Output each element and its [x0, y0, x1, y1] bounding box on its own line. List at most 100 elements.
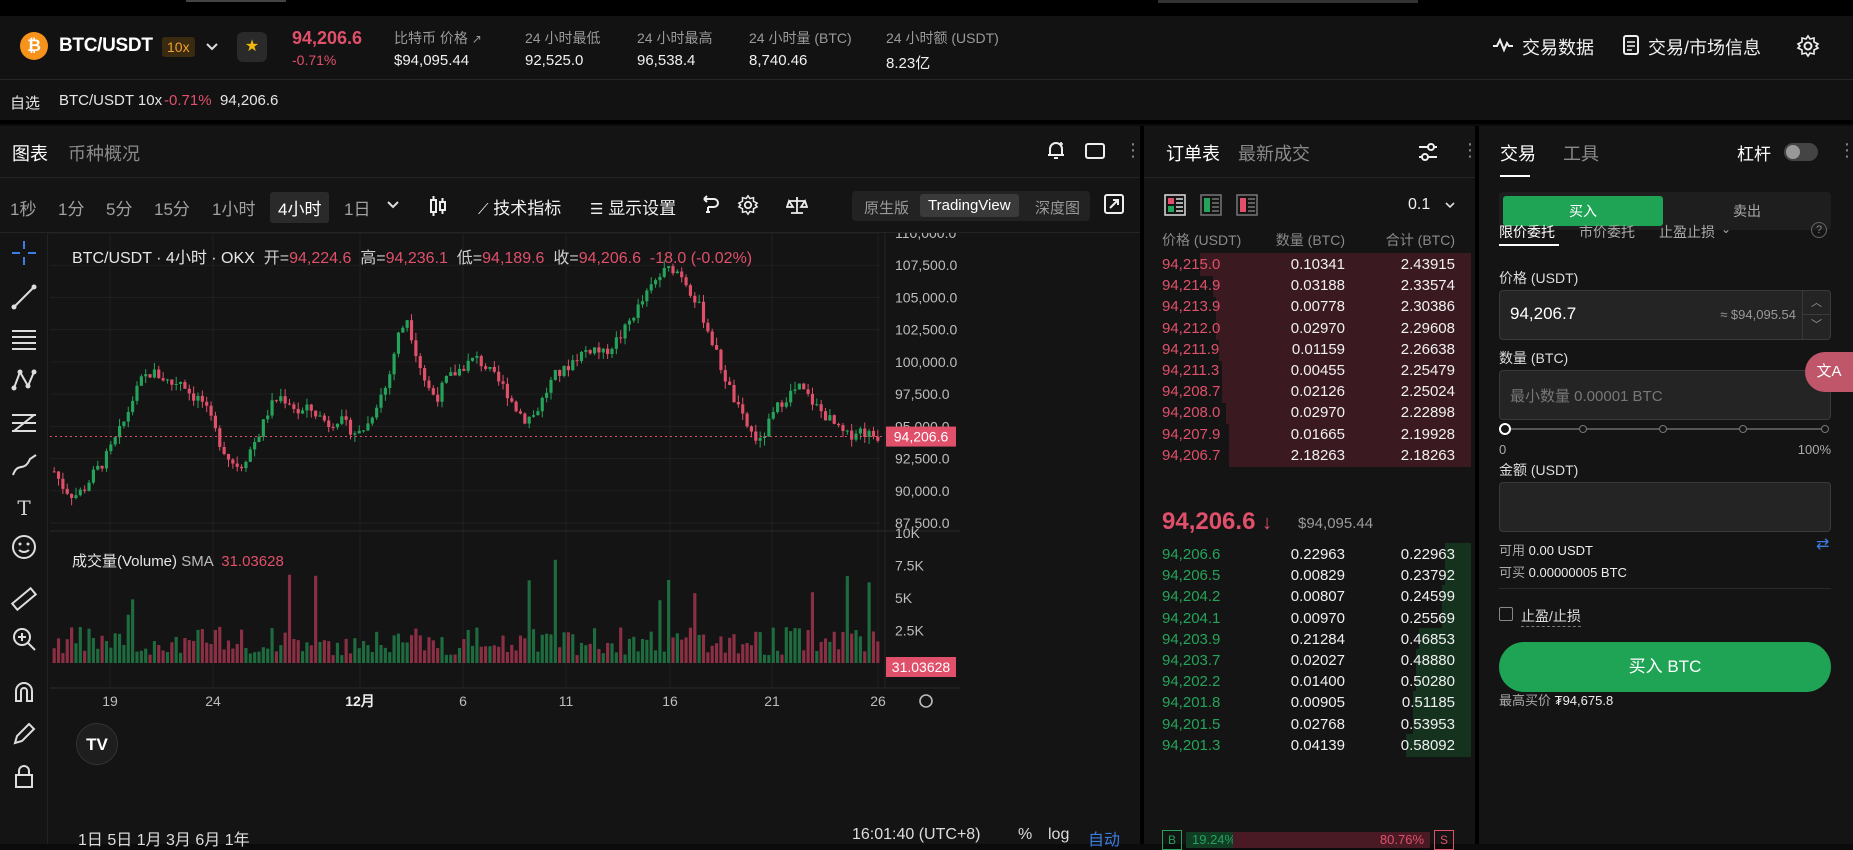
qty-slider[interactable] — [1499, 422, 1831, 436]
horizontal-lines-icon[interactable] — [9, 325, 39, 355]
alert-bell-icon[interactable] — [1045, 140, 1067, 165]
amount-input[interactable] — [1499, 482, 1831, 532]
sliders-icon[interactable] — [1417, 141, 1439, 166]
tab-trade[interactable]: 交易 — [1500, 140, 1536, 166]
volume-bar — [161, 650, 165, 663]
candle-body — [597, 347, 601, 353]
candle-body — [335, 423, 340, 428]
text-tool-icon[interactable]: T — [9, 493, 39, 523]
pair-name[interactable]: BTC/USDT — [59, 35, 153, 57]
indicators-button[interactable]: ⟋ 技术指标 — [478, 194, 561, 219]
fib-tool-icon[interactable] — [9, 409, 39, 439]
price-axis-label: 90,000.0 — [895, 483, 950, 499]
candle-body — [117, 426, 122, 438]
brush-icon[interactable] — [9, 451, 39, 481]
view-tradingview[interactable]: TradingView — [920, 194, 1019, 217]
help-icon[interactable]: ? — [1811, 222, 1827, 238]
trendline-icon[interactable] — [9, 283, 39, 313]
chevron-down-icon[interactable] — [1444, 198, 1456, 214]
order-type-tpsl[interactable]: 止盈止损 — [1659, 222, 1715, 242]
more-vertical-icon[interactable]: ⋮ — [1838, 140, 1853, 161]
leverage-toggle[interactable] — [1784, 143, 1818, 161]
display-settings-button[interactable]: ☰ 显示设置 — [590, 194, 676, 219]
pencil-lock-icon[interactable] — [9, 721, 39, 751]
timeframe-1h[interactable]: 1小时 — [212, 195, 255, 220]
price-cell: 94,212.0 — [1162, 319, 1221, 337]
order-type-limit[interactable]: 限价委托 — [1499, 222, 1555, 242]
pattern-tool-icon[interactable] — [9, 366, 39, 396]
ruler-icon[interactable] — [9, 585, 39, 615]
qty-input[interactable]: 最小数量 0.00001 BTC — [1499, 370, 1831, 420]
timeframe-4h[interactable]: 4小时 — [270, 192, 330, 223]
bid-row[interactable]: 94,201.3 0.04139 0.58092 — [1144, 733, 1475, 758]
chevron-down-icon[interactable]: ⌄ — [1721, 222, 1731, 236]
percent-scale-toggle[interactable]: % — [1018, 826, 1032, 844]
chart-canvas[interactable]: 110,000.0 107,500.0 105,000.0 102,500.0 100,… — [50, 233, 1140, 844]
undo-icon[interactable] — [700, 194, 720, 221]
lock-icon[interactable] — [9, 763, 39, 793]
slider-mark[interactable] — [1659, 425, 1667, 433]
slider-handle[interactable] — [1499, 423, 1511, 435]
slider-mark[interactable] — [1821, 425, 1829, 433]
timeframe-5m[interactable]: 5分 — [106, 195, 132, 220]
view-bids-icon[interactable] — [1200, 194, 1222, 219]
view-both-icon[interactable] — [1164, 194, 1186, 219]
candle-body — [780, 402, 784, 407]
magnet-icon[interactable] — [9, 679, 39, 709]
auto-scale-toggle[interactable]: 自动 — [1088, 826, 1120, 850]
tab-chart[interactable]: 图表 — [12, 140, 48, 166]
tab-recent-trades[interactable]: 最新成交 — [1238, 140, 1310, 166]
timeframe-1m[interactable]: 1分 — [58, 195, 84, 220]
view-depth[interactable]: 深度图 — [1035, 197, 1080, 218]
chevron-down-icon[interactable] — [386, 197, 400, 217]
order-type-market[interactable]: 市价委托 — [1579, 222, 1635, 242]
log-scale-toggle[interactable]: log — [1048, 826, 1069, 844]
settings-gear-icon[interactable] — [1796, 34, 1820, 58]
timeframe-15m[interactable]: 15分 — [154, 195, 190, 220]
trade-data-button[interactable]: 交易数据 — [1492, 34, 1594, 60]
timeframe-1s[interactable]: 1秒 — [10, 195, 36, 220]
tradingview-logo[interactable]: TV — [76, 723, 118, 765]
transfer-icon[interactable]: ⇄ — [1816, 534, 1829, 554]
slider-mark[interactable] — [1579, 425, 1587, 433]
crosshair-icon[interactable] — [9, 239, 39, 269]
tab-tools[interactable]: 工具 — [1563, 140, 1599, 166]
range-buttons[interactable]: 1日 5日 1月 3月 6月 1年 — [78, 826, 250, 850]
tpsl-checkbox[interactable] — [1499, 607, 1513, 621]
balance-scale-icon[interactable] — [785, 194, 809, 221]
price-input[interactable]: 94,206.7 ≈ $94,095.54 ︿ ﹀ — [1499, 290, 1831, 340]
fullscreen-icon[interactable] — [1104, 194, 1124, 219]
time-axis-settings-icon[interactable] — [919, 694, 933, 708]
buy-btc-button[interactable]: 买入 BTC — [1499, 642, 1831, 692]
layout-window-icon[interactable] — [1084, 141, 1106, 164]
chevron-down-icon[interactable] — [205, 36, 221, 56]
timeframe-1d[interactable]: 1日 — [344, 195, 370, 220]
market-info-button[interactable]: 交易/市场信息 — [1622, 34, 1761, 60]
chart-panel: 图表 币种概况 ⋮ 1秒 1分 5分 15分 1小时 4小时 1日 ⟋ 技术指标… — [0, 126, 1142, 849]
view-native[interactable]: 原生版 — [864, 197, 909, 218]
volume-bar — [832, 631, 836, 663]
tick-size-select[interactable]: 0.1 — [1408, 196, 1430, 214]
stat-label: 24 小时量 (BTC) — [749, 30, 852, 46]
slider-mark[interactable] — [1739, 425, 1747, 433]
favorite-pair[interactable]: BTC/USDT 10x — [59, 92, 162, 109]
chevron-up-icon[interactable]: ︿ — [1803, 291, 1830, 315]
price-stepper[interactable]: ︿ ﹀ — [1802, 291, 1830, 339]
favorite-star-icon[interactable]: ★ — [237, 32, 267, 62]
chevron-down-icon[interactable]: ﹀ — [1803, 315, 1830, 339]
candle-type-icon[interactable] — [428, 195, 448, 222]
tab-orderbook[interactable]: 订单表 — [1166, 140, 1220, 166]
candlestick-chart[interactable]: 110,000.0 107,500.0 105,000.0 102,500.0 100,… — [50, 233, 1140, 844]
chart-settings-gear-icon[interactable] — [737, 194, 759, 221]
external-link-icon[interactable]: ↗ — [472, 32, 482, 46]
view-asks-icon[interactable] — [1236, 194, 1258, 219]
volume-bar — [178, 652, 183, 663]
total-cell: 0.50280 — [1400, 673, 1455, 691]
tab-coin-overview[interactable]: 币种概况 — [68, 140, 140, 166]
emoji-icon[interactable] — [9, 534, 39, 564]
zoom-in-icon[interactable] — [9, 626, 39, 656]
translate-icon[interactable]: 文A — [1805, 352, 1853, 392]
candle-body — [436, 394, 440, 402]
volume-bar — [248, 653, 252, 663]
ask-row[interactable]: 94,206.7 2.18263 2.18263 — [1144, 443, 1475, 468]
